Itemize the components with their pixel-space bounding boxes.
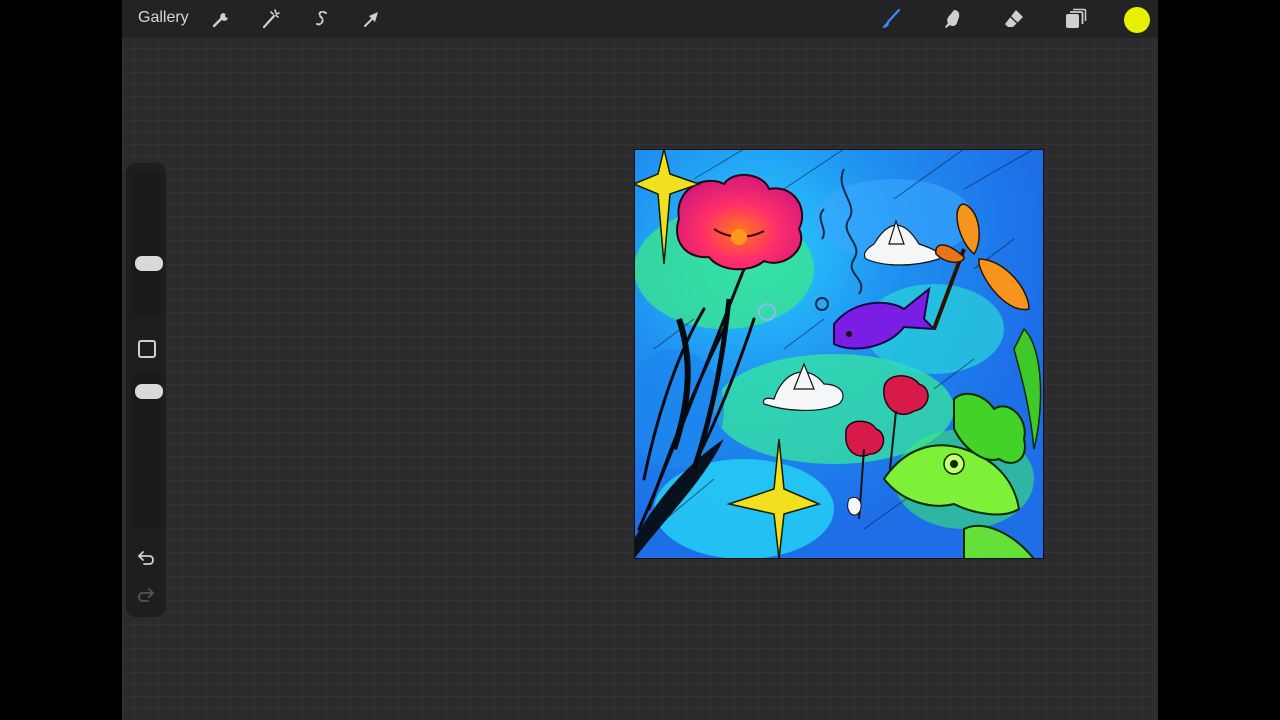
layers-icon[interactable]: [1063, 7, 1087, 31]
left-sidebar: [126, 163, 166, 617]
brush-icon[interactable]: [879, 7, 903, 31]
undo-icon[interactable]: [136, 548, 156, 568]
eraser-icon[interactable]: [1002, 7, 1026, 31]
artwork-illustration: [634, 149, 1044, 559]
opacity-slider[interactable]: [131, 373, 163, 528]
top-toolbar: Gallery: [122, 0, 1158, 38]
redo-icon[interactable]: [136, 585, 156, 605]
opacity-handle[interactable]: [135, 384, 163, 399]
procreate-app: Gallery: [122, 0, 1158, 720]
brush-size-slider[interactable]: [131, 171, 163, 316]
color-picker-swatch[interactable]: [1124, 7, 1150, 33]
drawing-canvas[interactable]: [634, 149, 1044, 559]
magic-wand-icon[interactable]: [259, 7, 283, 31]
gallery-button[interactable]: Gallery: [138, 9, 189, 27]
arrow-cursor-icon[interactable]: [360, 7, 384, 31]
brush-size-handle[interactable]: [135, 256, 163, 271]
large-red-flower: [676, 173, 804, 271]
selection-s-icon[interactable]: [310, 7, 334, 31]
modify-button[interactable]: [138, 340, 156, 358]
smudge-finger-icon[interactable]: [940, 7, 964, 31]
wrench-icon[interactable]: [209, 7, 233, 31]
